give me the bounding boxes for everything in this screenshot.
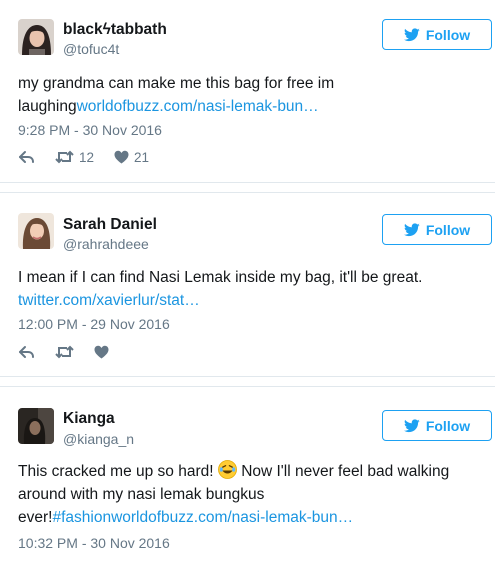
avatar[interactable] <box>18 408 54 444</box>
retweet-count: 12 <box>79 149 95 165</box>
follow-button[interactable]: Follow <box>382 410 492 441</box>
heart-icon <box>114 150 129 164</box>
reply-icon <box>19 346 34 358</box>
username[interactable]: @tofuc4t <box>63 41 119 57</box>
retweet-button[interactable]: 12 <box>55 150 94 165</box>
bird-icon <box>403 222 420 236</box>
tweet-timestamp[interactable]: 10:32 PM - 30 Nov 2016 <box>18 535 170 551</box>
follow-label: Follow <box>425 26 471 43</box>
follow-button[interactable]: Follow <box>382 214 492 245</box>
reply-button[interactable] <box>18 150 35 164</box>
username[interactable]: @rahrahdeee <box>63 236 149 252</box>
reply-icon <box>19 151 34 163</box>
tweet-actions <box>18 343 129 361</box>
follow-label: Follow <box>425 417 471 434</box>
tweet-body-line-1a: This cracked me up so hard! <box>18 463 214 480</box>
reply-button[interactable] <box>18 345 35 359</box>
retweet-icon <box>55 345 74 359</box>
tweet-body-line-1b: Now I'll never feel bad walking <box>241 463 450 480</box>
bird-icon <box>403 418 420 432</box>
display-name[interactable]: Sarah Daniel <box>63 216 157 234</box>
retweet-button[interactable] <box>55 345 74 359</box>
tweet-body-line-2: around with my nasi lemak bungkus <box>18 486 265 503</box>
avatar[interactable] <box>18 19 54 55</box>
username[interactable]: @kianga_n <box>63 431 134 447</box>
tweet-link[interactable]: #fashionworldofbuzz.com/nasi-lemak-bun… <box>52 509 353 526</box>
laughing-emoji-icon <box>217 460 237 479</box>
tweet-card: blackϟtabbath @tofuc4t Follow my grandma… <box>0 0 495 182</box>
tweet-timestamp[interactable]: 12:00 PM - 29 Nov 2016 <box>18 316 170 332</box>
like-button[interactable]: 21 <box>114 150 149 165</box>
tweet-body-line-3: ever! <box>18 509 53 526</box>
tweet-text: This cracked me up so hard! Now I'll nev… <box>18 460 488 529</box>
tweet-actions: 12 21 <box>18 148 169 166</box>
retweet-icon <box>55 150 74 164</box>
follow-button[interactable]: Follow <box>382 19 492 50</box>
tweet-card: Sarah Daniel @rahrahdeee Follow I mean i… <box>0 193 495 376</box>
like-button[interactable] <box>94 345 109 359</box>
tweet-body: I mean if I can find Nasi Lemak inside m… <box>18 269 423 286</box>
heart-icon <box>94 345 109 359</box>
tweet-card: Kianga @kianga_n Follow This cracked me … <box>0 387 495 562</box>
bird-icon <box>403 27 420 41</box>
tweet-text: I mean if I can find Nasi Lemak inside m… <box>18 266 488 312</box>
tweet-divider <box>0 182 495 193</box>
tweet-text: my grandma can make me this bag for free… <box>18 72 488 118</box>
follow-label: Follow <box>425 221 471 238</box>
tweet-divider <box>0 376 495 387</box>
tweet-link[interactable]: worldofbuzz.com/nasi-lemak-bun… <box>77 98 319 115</box>
like-count: 21 <box>134 149 150 165</box>
display-name[interactable]: blackϟtabbath <box>63 21 167 39</box>
tweet-timestamp[interactable]: 9:28 PM - 30 Nov 2016 <box>18 122 162 138</box>
tweet-link[interactable]: twitter.com/xavierlur/stat… <box>18 292 200 309</box>
avatar[interactable] <box>18 213 54 249</box>
display-name[interactable]: Kianga <box>63 410 115 428</box>
